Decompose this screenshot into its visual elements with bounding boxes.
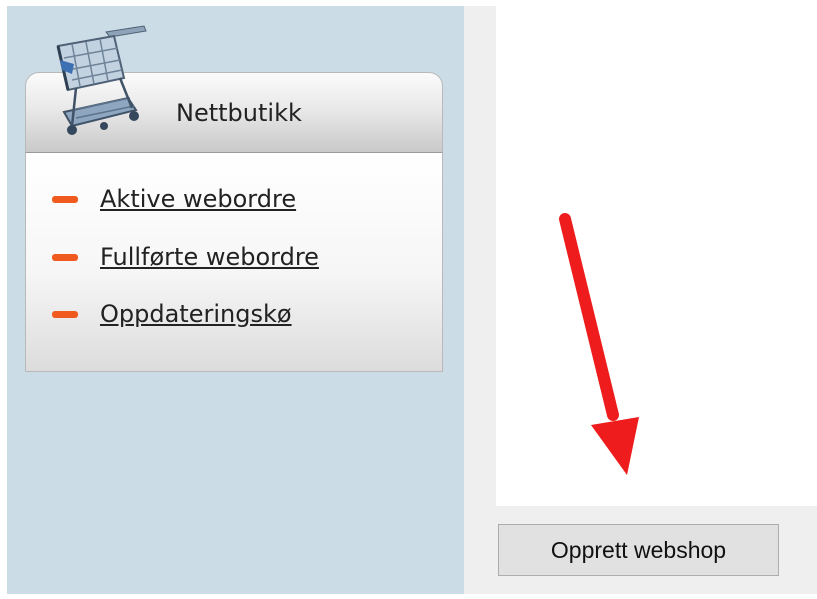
orange-dash-icon (52, 195, 78, 203)
splitter-strip (464, 6, 496, 594)
shopping-cart-icon (56, 25, 147, 135)
panel-title: Nettbutikk (176, 99, 302, 127)
red-arrow-icon (559, 213, 639, 475)
link-label: Oppdateringskø (100, 300, 292, 328)
link-update-queue[interactable]: Oppdateringskø (52, 298, 292, 330)
orange-dash-icon (52, 253, 78, 261)
content-area (496, 6, 817, 506)
link-label: Fullførte webordre (100, 243, 319, 271)
link-label: Aktive webordre (100, 185, 297, 213)
link-completed-web-orders[interactable]: Fullførte webordre (52, 241, 319, 273)
create-webshop-button[interactable]: Opprett webshop (498, 524, 779, 576)
link-active-web-orders[interactable]: Aktive webordre (52, 183, 296, 215)
panel-body: Aktive webordre Fullførte webordre Oppda… (25, 152, 443, 372)
orange-dash-icon (52, 310, 78, 318)
